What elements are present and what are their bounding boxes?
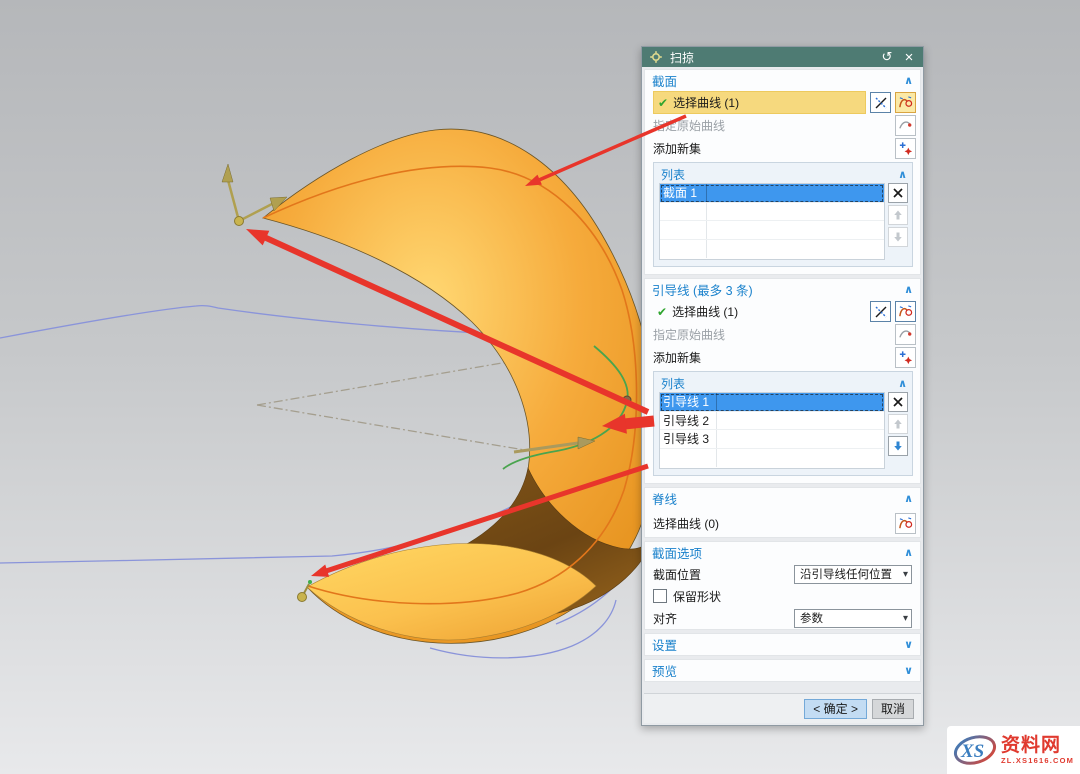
curve-rule-icon[interactable] bbox=[895, 92, 916, 113]
preserve-shape-row: 保留形状 bbox=[645, 585, 920, 607]
dialog-footer: < 确定 > 取消 bbox=[644, 693, 921, 723]
section-position-row: 截面位置 沿引导线任何位置 ▾ bbox=[645, 563, 920, 585]
select-curve-label: 选择曲线 (1) bbox=[672, 303, 738, 320]
list-item-section-1[interactable]: 截面 1 bbox=[660, 184, 884, 203]
add-new-set-icon[interactable] bbox=[895, 138, 916, 159]
list-item-guide-1[interactable]: 引导线 1 bbox=[660, 393, 884, 412]
add-new-set-icon[interactable] bbox=[895, 347, 916, 368]
move-up-button[interactable] bbox=[888, 414, 908, 434]
move-down-button[interactable] bbox=[888, 436, 908, 456]
move-up-button[interactable] bbox=[888, 205, 908, 225]
alignment-dropdown[interactable]: 参数 ▾ bbox=[794, 609, 912, 628]
cancel-button[interactable]: 取消 bbox=[872, 699, 914, 719]
dialog-gear-icon bbox=[648, 49, 664, 65]
list-item-guide-2[interactable]: 引导线 2 bbox=[660, 412, 884, 431]
move-down-button[interactable] bbox=[888, 227, 908, 247]
guides-group-header[interactable]: 引导线 (最多 3 条) ∧ bbox=[645, 279, 920, 300]
section-list-group: 列表 ∧ 截面 1 bbox=[653, 162, 913, 267]
specify-original-curve-row-section[interactable]: 指定原始曲线 bbox=[645, 114, 920, 137]
list-row-empty[interactable] bbox=[660, 449, 884, 468]
chevron-up-icon[interactable]: ∧ bbox=[904, 74, 913, 87]
preview-group: 预览 ∨ bbox=[644, 659, 921, 682]
preserve-shape-label: 保留形状 bbox=[673, 588, 721, 605]
watermark-site-url: ZL.XS1616.COM bbox=[1001, 757, 1074, 765]
original-curve-icon[interactable] bbox=[895, 324, 916, 345]
spine-group: 脊线 ∧ 选择曲线 (0) bbox=[644, 487, 921, 538]
check-icon: ✔ bbox=[658, 96, 668, 110]
list-row-empty[interactable] bbox=[660, 203, 884, 222]
sketch-curve-top bbox=[0, 306, 500, 338]
stop-at-intersection-icon[interactable] bbox=[870, 301, 891, 322]
guides-group: 引导线 (最多 3 条) ∧ ✔ 选择曲线 (1) bbox=[644, 278, 921, 484]
dialog-title: 扫掠 bbox=[670, 49, 873, 66]
section-list-header[interactable]: 列表 ∧ bbox=[659, 165, 909, 183]
settings-group: 设置 ∨ bbox=[644, 633, 921, 656]
application-window: 扫掠 ↺ × 截面 ∧ ✔ 选择曲线 (1) bbox=[0, 0, 1080, 774]
select-curve-active-field[interactable]: ✔ 选择曲线 (1) bbox=[653, 91, 866, 114]
section-options-group: 截面选项 ∧ 截面位置 沿引导线任何位置 ▾ 保留形状 对齐 bbox=[644, 541, 921, 630]
select-curve-row-spine[interactable]: 选择曲线 (0) bbox=[645, 509, 920, 537]
reset-button[interactable]: ↺ bbox=[879, 49, 895, 65]
bottom-tip-handle[interactable] bbox=[298, 580, 313, 602]
stop-at-intersection-icon[interactable] bbox=[870, 92, 891, 113]
dialog-body: 截面 ∧ ✔ 选择曲线 (1) bbox=[642, 67, 923, 725]
add-new-set-row-section[interactable]: 添加新集 bbox=[645, 137, 920, 160]
select-curve-label: 选择曲线 (1) bbox=[673, 94, 739, 111]
preserve-shape-checkbox[interactable] bbox=[653, 589, 667, 603]
curve-rule-icon[interactable] bbox=[895, 301, 916, 322]
dropdown-caret-icon: ▾ bbox=[903, 569, 908, 580]
check-icon: ✔ bbox=[657, 305, 667, 319]
select-curve-field[interactable]: ✔ 选择曲线 (1) bbox=[653, 301, 866, 322]
spine-group-header[interactable]: 脊线 ∧ bbox=[645, 488, 920, 509]
section-options-header[interactable]: 截面选项 ∧ bbox=[645, 542, 920, 563]
watermark-logo-text: XS bbox=[960, 741, 984, 762]
watermark: XS 资料网 ZL.XS1616.COM bbox=[947, 726, 1080, 774]
chevron-up-icon[interactable]: ∧ bbox=[904, 546, 913, 559]
remove-item-button[interactable] bbox=[888, 183, 908, 203]
section-group: 截面 ∧ ✔ 选择曲线 (1) bbox=[644, 69, 921, 275]
preview-header[interactable]: 预览 ∨ bbox=[645, 660, 920, 681]
original-curve-icon[interactable] bbox=[895, 115, 916, 136]
add-new-set-row-guides[interactable]: 添加新集 bbox=[645, 346, 920, 369]
remove-item-button[interactable] bbox=[888, 392, 908, 412]
settings-header[interactable]: 设置 ∨ bbox=[645, 634, 920, 655]
ok-button[interactable]: < 确定 > bbox=[804, 699, 867, 719]
dropdown-caret-icon: ▾ bbox=[903, 613, 908, 624]
chevron-down-icon[interactable]: ∨ bbox=[904, 638, 913, 651]
chevron-up-icon[interactable]: ∧ bbox=[898, 168, 907, 181]
list-row-empty[interactable] bbox=[660, 240, 884, 259]
guides-list-group: 列表 ∧ 引导线 1 引导线 2 引导线 3 bbox=[653, 371, 913, 476]
guides-list-header[interactable]: 列表 ∧ bbox=[659, 374, 909, 392]
close-button[interactable]: × bbox=[901, 49, 917, 65]
section-list-table[interactable]: 截面 1 bbox=[659, 183, 885, 260]
chevron-up-icon[interactable]: ∧ bbox=[898, 377, 907, 390]
select-curve-row-section[interactable]: ✔ 选择曲线 (1) bbox=[645, 91, 920, 114]
sweep-dialog: 扫掠 ↺ × 截面 ∧ ✔ 选择曲线 (1) bbox=[641, 46, 924, 726]
list-item-guide-3[interactable]: 引导线 3 bbox=[660, 430, 884, 449]
guides-list-table[interactable]: 引导线 1 引导线 2 引导线 3 bbox=[659, 392, 885, 469]
list-row-empty[interactable] bbox=[660, 221, 884, 240]
chevron-up-icon[interactable]: ∧ bbox=[904, 492, 913, 505]
alignment-row: 对齐 参数 ▾ bbox=[645, 607, 920, 629]
watermark-site-name: 资料网 bbox=[1001, 736, 1074, 755]
curve-rule-icon[interactable] bbox=[895, 513, 916, 534]
chevron-up-icon[interactable]: ∧ bbox=[904, 283, 913, 296]
watermark-logo-icon: XS bbox=[952, 730, 998, 770]
dialog-titlebar[interactable]: 扫掠 ↺ × bbox=[642, 47, 923, 67]
select-curve-row-guides[interactable]: ✔ 选择曲线 (1) bbox=[645, 300, 920, 323]
chevron-down-icon[interactable]: ∨ bbox=[904, 664, 913, 677]
curve-point-handle bbox=[623, 396, 631, 404]
specify-original-curve-row-guides[interactable]: 指定原始曲线 bbox=[645, 323, 920, 346]
section-position-dropdown[interactable]: 沿引导线任何位置 ▾ bbox=[794, 565, 912, 584]
section-group-header[interactable]: 截面 ∧ bbox=[645, 70, 920, 91]
